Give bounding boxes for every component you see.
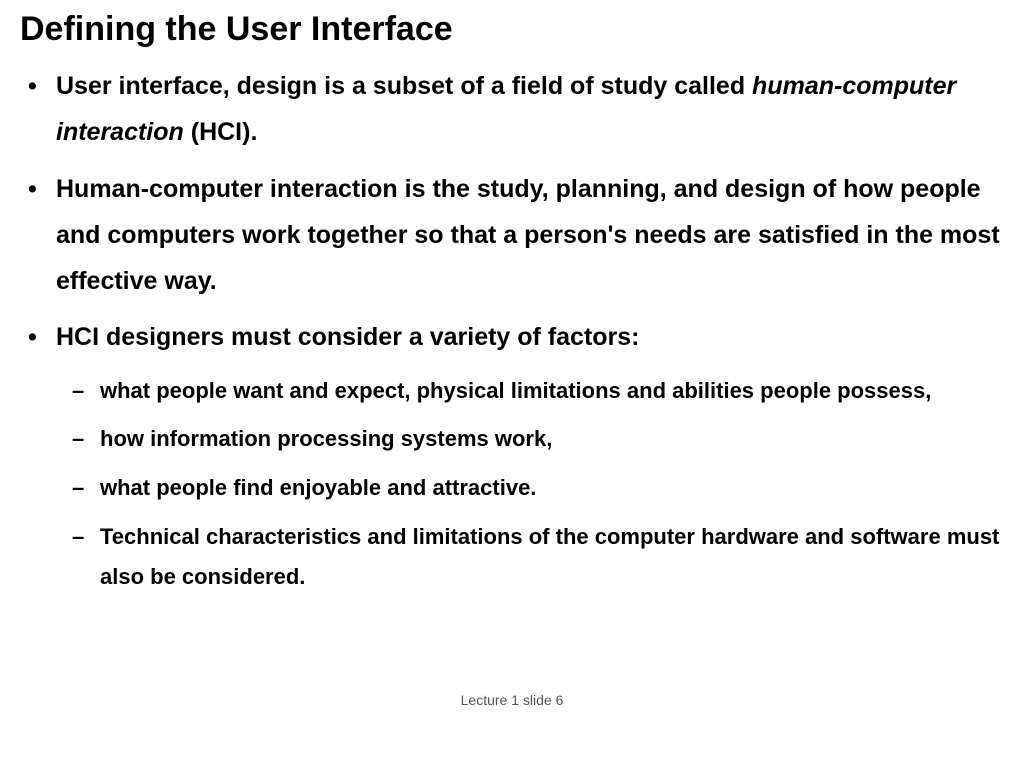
sub-bullet-1: what people want and expect, physical li…: [56, 371, 1004, 412]
slide-footer: Lecture 1 slide 6: [0, 692, 1024, 708]
bullet-1-text-pre: User interface, design is a subset of a …: [56, 72, 752, 100]
bullet-item-3: HCI designers must consider a variety of…: [20, 314, 1004, 598]
sub-bullet-3: what people find enjoyable and attractiv…: [56, 468, 1004, 509]
main-bullet-list: User interface, design is a subset of a …: [20, 63, 1004, 598]
bullet-1-text-post: (HCI).: [184, 118, 258, 146]
sub-bullet-4: Technical characteristics and limitation…: [56, 517, 1004, 598]
sub-bullet-list: what people want and expect, physical li…: [56, 371, 1004, 598]
bullet-item-2: Human-computer interaction is the study,…: [20, 166, 1004, 305]
bullet-item-1: User interface, design is a subset of a …: [20, 63, 1004, 156]
bullet-3-text: HCI designers must consider a variety of…: [56, 323, 640, 351]
sub-bullet-2: how information processing systems work,: [56, 419, 1004, 460]
slide-title: Defining the User Interface: [20, 10, 1004, 49]
